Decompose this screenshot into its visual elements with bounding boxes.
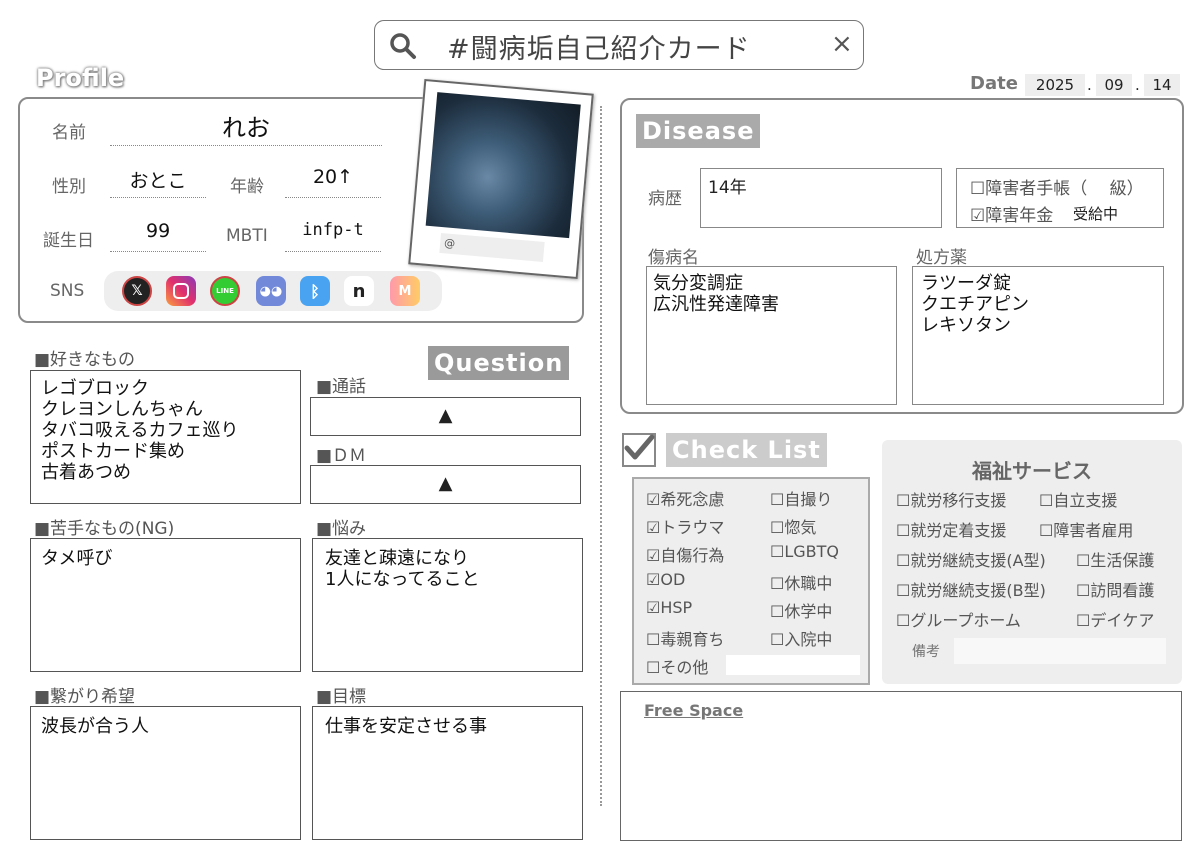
checklist-item-checkbox[interactable]: ☐休学中 xyxy=(770,598,832,622)
connect-box: 波長が合う人 xyxy=(30,706,301,840)
checklist-item-checkbox[interactable]: ☑HSP xyxy=(646,598,692,617)
diagnosis-value: 気分変調症 広汎性発達障害 xyxy=(653,273,779,315)
pension-note: 受給中 xyxy=(1073,205,1119,223)
checklist-item-checkbox[interactable]: ☑トラウマ xyxy=(646,514,724,538)
likes-label: ■好きなもの xyxy=(34,350,136,370)
goal-value: 仕事を安定させる事 xyxy=(325,716,487,737)
search-bar[interactable]: #闘病垢自己紹介カード × xyxy=(374,20,864,70)
welfare-item-checkbox[interactable]: ☐就労継続支援(A型) xyxy=(896,547,1046,571)
worries-value: 友達と疎遠になり 1人になってること xyxy=(325,548,480,590)
profile-photo xyxy=(425,92,581,239)
welfare-item-checkbox[interactable]: ☐就労移行支援 xyxy=(896,487,1006,511)
note-icon[interactable]: n xyxy=(344,276,374,306)
history-box: 14年 xyxy=(700,168,942,228)
date-year: 2025 xyxy=(1025,74,1085,96)
line-icon[interactable]: LINE xyxy=(210,276,240,306)
welfare-item-checkbox[interactable]: ☐自立支援 xyxy=(1039,487,1117,511)
history-label: 病歴 xyxy=(648,189,682,209)
birthday-label: 誕生日 xyxy=(43,231,94,251)
diagnosis-label: 傷病名 xyxy=(648,248,699,268)
connect-label: ■繋がり希望 xyxy=(34,687,136,707)
welfare-item-checkbox[interactable]: ☐デイケア xyxy=(1076,607,1154,631)
goal-box: 仕事を安定させる事 xyxy=(312,706,583,840)
mbti-label: MBTI xyxy=(226,226,268,246)
checklist-item-checkbox[interactable]: ☑OD xyxy=(646,570,685,589)
call-box: ▲ xyxy=(310,397,581,436)
close-icon[interactable]: × xyxy=(831,29,853,59)
checkmark-icon xyxy=(622,433,656,467)
discord-icon[interactable]: ◕◕ xyxy=(256,276,286,306)
profile-photo-frame: @ xyxy=(408,78,594,280)
dm-label: ■ＤＭ xyxy=(316,446,367,466)
sns-label: SNS xyxy=(50,281,85,301)
welfare-item-checkbox[interactable]: ☐訪問看護 xyxy=(1076,577,1154,601)
worries-label: ■悩み xyxy=(316,519,367,539)
checklist-item-checkbox[interactable]: ☐自撮り xyxy=(770,486,832,510)
dislikes-value: タメ呼び xyxy=(41,548,113,569)
age-value: 20↑ xyxy=(285,166,381,198)
profile-title: Profile xyxy=(36,64,125,92)
date-label: Date xyxy=(970,73,1018,94)
worries-box: 友達と疎遠になり 1人になってること xyxy=(312,538,583,672)
welfare-item-checkbox[interactable]: ☐障害者雇用 xyxy=(1039,517,1133,541)
welfare-item-checkbox[interactable]: ☐就労定着支援 xyxy=(896,517,1006,541)
checklist-item-checkbox[interactable]: ☐休職中 xyxy=(770,570,832,594)
checklist-item-checkbox[interactable]: ☐その他 xyxy=(646,654,708,678)
connect-value: 波長が合う人 xyxy=(41,716,149,737)
welfare-note-label: 備考 xyxy=(912,644,940,660)
history-value: 14年 xyxy=(708,178,747,198)
checklist-item-checkbox[interactable]: ☐惚気 xyxy=(770,514,816,538)
call-label: ■通話 xyxy=(316,377,367,397)
birthday-value: 99 xyxy=(110,220,206,252)
misskey-icon[interactable]: M xyxy=(390,276,420,306)
dm-box: ▲ xyxy=(310,465,581,504)
bluesky-icon[interactable]: ᛒ xyxy=(300,276,330,306)
dislikes-label: ■苦手なもの(NG) xyxy=(34,519,175,539)
goal-label: ■目標 xyxy=(316,687,367,707)
dm-value: ▲ xyxy=(438,473,453,494)
date-month: 09 xyxy=(1096,74,1132,96)
dislikes-box: タメ呼び xyxy=(30,538,301,672)
age-label: 年齢 xyxy=(230,177,264,197)
gender-value: おとこ xyxy=(110,166,206,198)
checklist-item-checkbox[interactable]: ☑希死念慮 xyxy=(646,486,724,510)
checklist-item-checkbox[interactable]: ☑自傷行為 xyxy=(646,542,724,566)
other-input[interactable] xyxy=(726,655,860,675)
meds-value: ラツーダ錠 クエチアピン レキソタン xyxy=(921,273,1029,336)
mbti-value: infp-t xyxy=(285,220,381,252)
name-value: れお xyxy=(110,108,382,146)
x-icon[interactable]: 𝕏 xyxy=(122,276,152,306)
checklist-title: Check List xyxy=(666,433,827,467)
instagram-icon[interactable] xyxy=(166,276,196,306)
likes-box: レゴブロック クレヨンしんちゃん タバコ吸えるカフェ巡り ポストカード集め 古着… xyxy=(30,370,301,504)
meds-label: 処方薬 xyxy=(916,248,967,268)
date-day: 14 xyxy=(1144,74,1180,96)
meds-box: ラツーダ錠 クエチアピン レキソタン xyxy=(912,266,1164,405)
question-title: Question xyxy=(428,346,570,380)
welfare-title: 福祉サービス xyxy=(972,459,1092,483)
photo-handle: @ xyxy=(439,232,545,262)
checklist-item-checkbox[interactable]: ☐LGBTQ xyxy=(770,542,839,561)
column-divider xyxy=(600,106,602,806)
checklist-item-checkbox[interactable]: ☐入院中 xyxy=(770,626,832,650)
welfare-item-checkbox[interactable]: ☐生活保護 xyxy=(1076,547,1154,571)
pension-checkbox[interactable]: ☑障害年金 xyxy=(970,201,1053,226)
welfare-item-checkbox[interactable]: ☐就労継続支援(B型) xyxy=(896,577,1046,601)
welfare-item-checkbox[interactable]: ☐グループホーム xyxy=(896,607,1021,631)
date-sep: . xyxy=(1135,76,1140,94)
handbook-checkbox[interactable]: ☐障害者手帳（ 級） xyxy=(970,174,1144,199)
name-label: 名前 xyxy=(52,123,86,143)
search-query: #闘病垢自己紹介カード xyxy=(447,34,751,65)
date-sep: . xyxy=(1087,76,1092,94)
diagnosis-box: 気分変調症 広汎性発達障害 xyxy=(646,266,897,405)
gender-label: 性別 xyxy=(52,177,86,197)
checklist-item-checkbox[interactable]: ☐毒親育ち xyxy=(646,626,724,650)
search-icon xyxy=(390,33,416,59)
free-space-label: Free Space xyxy=(644,701,744,720)
likes-value: レゴブロック クレヨンしんちゃん タバコ吸えるカフェ巡り ポストカード集め 古着… xyxy=(41,378,239,483)
disease-title: Disease xyxy=(636,114,761,148)
call-value: ▲ xyxy=(438,405,453,426)
welfare-note-input[interactable] xyxy=(954,638,1166,664)
